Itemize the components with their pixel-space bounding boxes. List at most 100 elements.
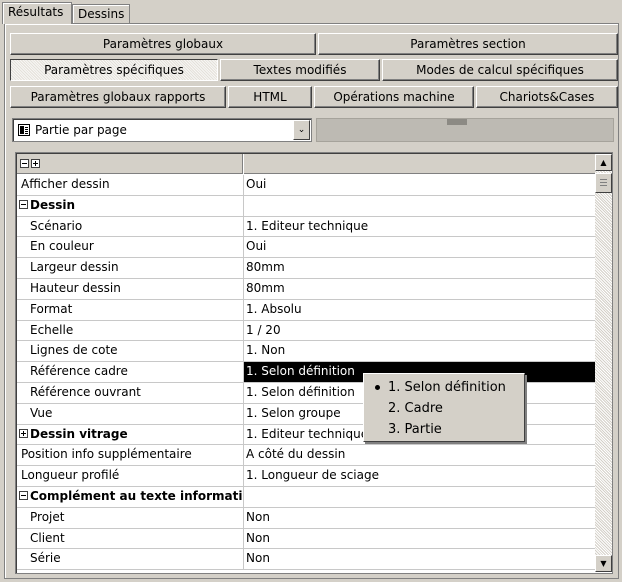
property-label: En couleur xyxy=(30,239,94,254)
property-label: Client xyxy=(30,530,65,545)
property-label: Afficher dessin xyxy=(21,177,110,191)
vertical-scrollbar[interactable]: ▲ ▼ xyxy=(595,154,612,572)
table-row[interactable]: Dessin xyxy=(17,195,595,217)
property-name: Référence cadre xyxy=(17,362,242,382)
table-row[interactable]: Scénario 1. Editeur technique xyxy=(17,216,595,238)
table-row[interactable]: En couleur Oui xyxy=(17,237,595,259)
modes-calcul-button[interactable]: Modes de calcul spécifiques xyxy=(382,59,618,81)
property-name: Client xyxy=(17,529,242,549)
property-value[interactable]: Non xyxy=(243,549,595,570)
property-value[interactable]: Oui xyxy=(243,175,595,195)
tab-resultats[interactable]: Résultats xyxy=(2,2,72,24)
params-specifiques-button[interactable]: Paramètres spécifiques xyxy=(10,59,218,81)
property-value[interactable]: 1. Non xyxy=(243,341,595,362)
property-label: Scénario xyxy=(30,218,83,233)
collapse-icon[interactable] xyxy=(19,490,28,500)
property-name: Hauteur dessin xyxy=(17,279,242,299)
property-label: Echelle xyxy=(30,322,74,337)
property-label: Référence ouvrant xyxy=(30,384,141,399)
property-name: Série xyxy=(17,549,242,569)
property-value[interactable]: 1 / 20 xyxy=(243,320,595,341)
property-name: Dessin xyxy=(17,196,242,216)
property-name: Dessin vitrage xyxy=(17,425,242,445)
dropdown-option[interactable]: 2. Cadre xyxy=(364,398,524,419)
expand-all-icon[interactable] xyxy=(31,159,40,168)
property-name: Vue xyxy=(17,404,242,424)
collapse-icon[interactable] xyxy=(19,199,28,209)
scroll-thumb[interactable] xyxy=(595,173,612,193)
property-label: Vue xyxy=(30,405,53,420)
property-label: Largeur dessin xyxy=(30,260,119,275)
table-row[interactable]: Echelle 1 / 20 xyxy=(17,320,595,342)
collapse-all-icon[interactable] xyxy=(20,159,29,168)
params-globaux-rapports-button[interactable]: Paramètres globaux rapports xyxy=(10,86,226,108)
combo-extension xyxy=(316,118,614,142)
params-globaux-button[interactable]: Paramètres globaux xyxy=(10,33,316,55)
property-value[interactable]: 1. Editeur technique xyxy=(243,216,595,237)
property-name: Projet xyxy=(17,508,242,528)
operations-machine-button[interactable]: Opérations machine xyxy=(314,86,474,108)
radio-dot-icon xyxy=(375,385,380,390)
table-row[interactable]: Hauteur dessin 80mm xyxy=(17,278,595,300)
chevron-down-icon[interactable]: ⌄ xyxy=(293,120,310,140)
table-row[interactable]: Longueur profilé 1. Longueur de sciage xyxy=(17,466,595,487)
table-row[interactable]: Format 1. Absolu xyxy=(17,299,595,321)
property-grid: Afficher dessin Oui Dessin Scénario 1. Edite… xyxy=(15,152,613,574)
property-name: Position info supplémentaire xyxy=(17,445,242,465)
property-name: Longueur profilé xyxy=(17,466,242,486)
property-label: Série xyxy=(30,551,61,566)
property-label: Hauteur dessin xyxy=(30,280,121,295)
property-label: Complément au texte informatif xyxy=(30,488,242,503)
dropdown-option[interactable]: 1. Selon définition xyxy=(364,377,524,398)
expand-icon[interactable] xyxy=(19,428,28,438)
table-row[interactable]: Largeur dessin 80mm xyxy=(17,258,595,279)
property-value[interactable]: A côté du dessin xyxy=(243,445,595,466)
property-name: Lignes de cote xyxy=(17,341,242,361)
grid-header xyxy=(17,154,595,174)
table-row[interactable]: Complément au texte informatif xyxy=(17,486,595,508)
property-value[interactable]: 1. Longueur de sciage xyxy=(243,466,595,486)
tab-dessins[interactable]: Dessins xyxy=(72,4,130,23)
property-name: Référence ouvrant xyxy=(17,383,242,403)
property-name: En couleur xyxy=(17,237,242,257)
scroll-down-icon[interactable]: ▼ xyxy=(595,555,612,572)
table-row[interactable]: Lignes de cote 1. Non xyxy=(17,341,595,363)
property-name: Complément au texte informatif xyxy=(17,487,242,507)
textes-modifies-button[interactable]: Textes modifiés xyxy=(220,59,380,81)
dropdown-option[interactable]: 3. Partie xyxy=(364,419,524,440)
page-layout-icon xyxy=(18,124,30,136)
value-dropdown-list: 1. Selon définition 2. Cadre 3. Partie xyxy=(363,373,525,442)
property-value[interactable] xyxy=(243,486,595,507)
dropdown-option-label: 1. Selon définition xyxy=(388,380,506,395)
property-label: Projet xyxy=(30,509,65,524)
property-value[interactable]: 80mm xyxy=(243,278,595,299)
property-name: Afficher dessin xyxy=(17,175,242,195)
page-mode-value: Partie par page xyxy=(35,123,127,137)
property-label: Lignes de cote xyxy=(30,343,118,358)
params-section-button[interactable]: Paramètres section xyxy=(318,33,618,55)
property-value[interactable] xyxy=(243,195,595,216)
property-label: Référence cadre xyxy=(30,364,128,379)
chariots-cases-button[interactable]: Chariots&Cases xyxy=(476,86,618,108)
property-name: Echelle xyxy=(17,321,242,341)
property-label: Longueur profilé xyxy=(21,468,120,483)
property-label: Dessin xyxy=(30,197,76,212)
property-value[interactable]: Oui xyxy=(243,237,595,258)
property-label: Position info supplémentaire xyxy=(21,447,192,462)
table-row[interactable]: Afficher dessin Oui xyxy=(17,175,595,196)
property-value[interactable]: 1. Absolu xyxy=(243,299,595,320)
property-label: Format xyxy=(30,301,73,316)
scroll-up-icon[interactable]: ▲ xyxy=(595,154,612,171)
property-label: Dessin vitrage xyxy=(30,426,128,441)
property-value[interactable]: 80mm xyxy=(243,258,595,278)
table-row[interactable]: Projet Non xyxy=(17,507,595,529)
property-value[interactable]: Non xyxy=(243,507,595,528)
dropdown-option-label: 2. Cadre xyxy=(388,401,443,416)
table-row[interactable]: Position info supplémentaire A côté du de… xyxy=(17,445,595,467)
html-button[interactable]: HTML xyxy=(228,86,312,108)
property-value[interactable]: Non xyxy=(243,528,595,549)
property-name: Largeur dessin xyxy=(17,258,242,278)
table-row[interactable]: Série Non xyxy=(17,549,595,571)
page-mode-select[interactable]: Partie par page ⌄ xyxy=(12,118,312,142)
table-row[interactable]: Client Non xyxy=(17,528,595,550)
